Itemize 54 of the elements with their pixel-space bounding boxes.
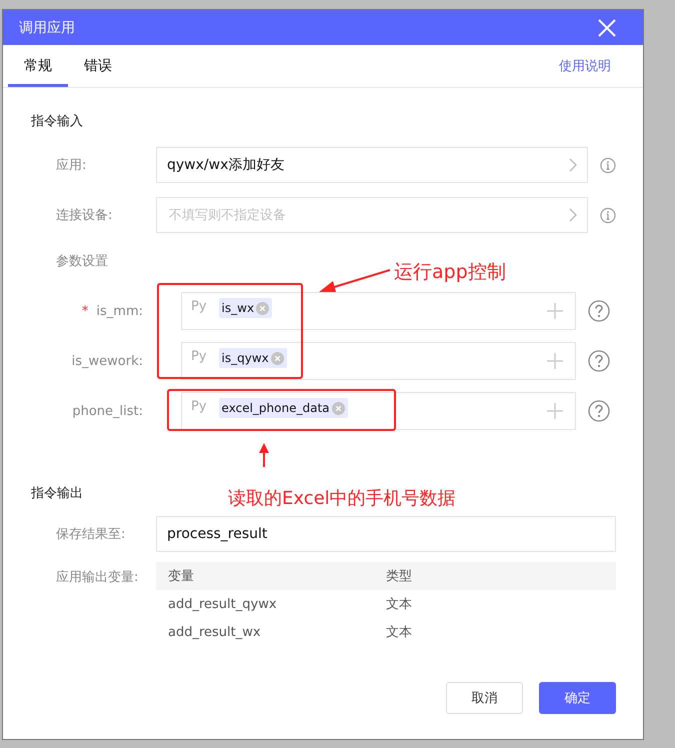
window-title: 调用应用 [19,18,75,36]
param-field[interactable]: Py is_qywx [181,342,576,380]
remove-icon[interactable] [256,302,270,314]
chevron-right-icon [569,158,578,172]
section-title: 指令输入 [31,113,83,130]
help-link[interactable]: 使用说明 [559,57,611,75]
field-label: is_mm: [96,304,143,318]
app-field[interactable]: qywx/wx添加好友 [156,147,588,183]
remove-icon[interactable] [270,352,284,364]
close-icon[interactable] [598,18,616,36]
cancel-button[interactable]: 取消 [446,682,523,714]
required-asterisk: * [82,304,88,318]
variable-tag[interactable]: is_qywx [218,348,287,368]
field-label: 应用: [55,157,88,174]
column-header: 变量 [167,568,195,585]
column-header: 类型 [386,568,413,585]
plus-icon[interactable] [547,303,563,319]
prefix-label: Py [191,299,207,314]
help-icon[interactable] [588,400,610,422]
variable-tag[interactable]: excel_phone_data [218,398,348,418]
field-label: 连接设备: [55,207,114,224]
info-icon[interactable] [600,156,616,174]
plus-icon[interactable] [547,403,563,419]
device-field[interactable]: 不填写则不指定设备 [156,197,588,233]
confirm-button[interactable]: 确定 [539,682,616,714]
help-icon[interactable] [588,300,610,322]
field-label: 应用输出变量: [55,569,140,586]
info-icon[interactable] [600,206,616,224]
annotation-text: 读取的Excel中的手机号数据 [228,487,456,510]
chevron-right-icon [569,208,578,222]
table-cell-text: add_result_qywx [167,596,278,612]
table-cell-text: 文本 [386,624,413,641]
param-field[interactable]: Py is_wx [181,292,576,330]
device-input[interactable]: 不填写则不指定设备 [167,206,570,224]
subsection-title: 参数设置 [55,253,109,270]
prefix-label: Py [191,349,207,364]
annotation-arrow [258,443,270,467]
field-label: 保存结果至: [55,526,126,543]
plus-icon[interactable] [547,353,563,369]
field-label: is_wework: [72,354,143,368]
remove-icon[interactable] [332,402,345,414]
annotation-text: 运行app控制 [394,260,506,285]
table-cell-text: add_result_wx [167,624,262,640]
variable-tag[interactable]: is_wx [218,298,272,318]
tab[interactable]: 常规 [8,45,68,87]
table-cell-text: 文本 [386,596,413,613]
help-icon[interactable] [588,350,610,372]
save-field[interactable]: process_result [156,516,616,552]
field-label: phone_list: [72,404,143,418]
tab[interactable]: 错误 [68,45,128,87]
annotation-arrow [319,268,391,294]
prefix-label: Py [191,399,207,414]
section-title: 指令输出 [31,485,83,502]
param-field[interactable]: Py excel_phone_data [181,392,576,430]
